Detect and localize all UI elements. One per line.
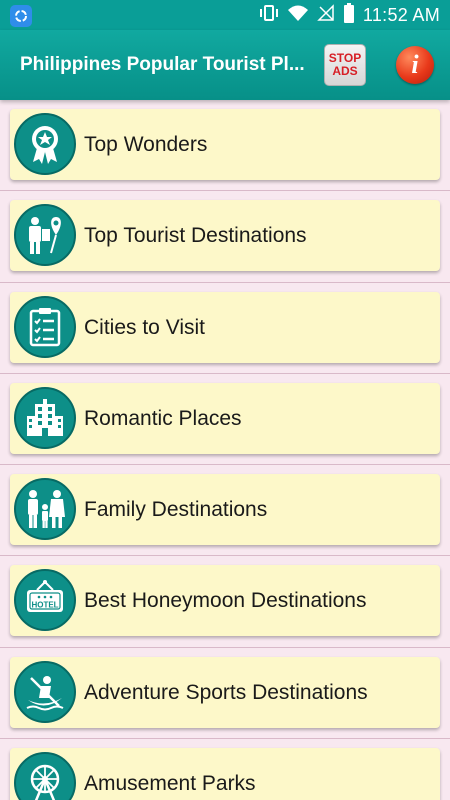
menu-item-label: Romantic Places [84, 406, 242, 430]
app-bar: Philippines Popular Tourist Pl... STOP A… [0, 30, 450, 100]
list-item: Amusement Parks [0, 739, 450, 800]
app-notification-icon [10, 5, 32, 27]
kayak-icon [14, 660, 76, 723]
menu-item-cities-to-visit[interactable]: Cities to Visit [10, 291, 440, 363]
menu-item-top-tourist-destinations[interactable]: Top Tourist Destinations [10, 200, 440, 272]
checklist-clipboard-icon [14, 295, 76, 358]
stop-ads-button[interactable]: STOP ADS [324, 44, 366, 86]
menu-item-label: Top Wonders [84, 133, 208, 156]
list-item: HOTEL Best Honeymoon Destinations [0, 556, 450, 648]
menu-item-top-wonders[interactable]: Top Wonders [10, 109, 440, 180]
info-button[interactable]: i [396, 46, 434, 84]
status-bar: 11:52 AM [0, 0, 450, 30]
menu-list: Top Wonders Top Tourist Destinations Cit… [0, 100, 450, 800]
menu-item-family-destinations[interactable]: Family Destinations [10, 474, 440, 546]
menu-item-label: Amusement Parks [84, 772, 256, 796]
vibrate-icon [259, 4, 279, 27]
list-item: Cities to Visit [0, 283, 450, 374]
family-icon [14, 478, 76, 541]
list-item: Family Destinations [0, 465, 450, 557]
menu-item-adventure-sports-destinations[interactable]: Adventure Sports Destinations [10, 656, 440, 728]
no-signal-icon [317, 3, 335, 27]
battery-icon [343, 2, 355, 28]
list-item: Top Tourist Destinations [0, 191, 450, 283]
ferris-wheel-icon [14, 752, 76, 800]
svg-text:HOTEL: HOTEL [31, 601, 58, 610]
wifi-icon [287, 4, 309, 27]
menu-item-label: Adventure Sports Destinations [84, 680, 368, 704]
hotel-sign-icon: HOTEL [14, 569, 76, 632]
stop-ads-label-line2: ADS [332, 64, 358, 78]
list-item: Top Wonders [0, 100, 450, 192]
menu-item-label: Cities to Visit [84, 315, 205, 339]
menu-item-label: Best Honeymoon Destinations [84, 589, 367, 613]
menu-item-romantic-places[interactable]: Romantic Places [10, 382, 440, 454]
menu-item-label: Family Destinations [84, 498, 268, 522]
info-icon: i [411, 50, 419, 79]
status-clock: 11:52 AM [362, 4, 440, 25]
tourist-location-icon [14, 204, 76, 267]
list-item: Romantic Places [0, 374, 450, 466]
list-item: Adventure Sports Destinations [0, 648, 450, 740]
app-title: Philippines Popular Tourist Pl... [20, 54, 305, 75]
menu-item-amusement-parks[interactable]: Amusement Parks [10, 748, 440, 800]
award-badge-icon [14, 113, 76, 175]
menu-item-best-honeymoon-destinations[interactable]: HOTEL Best Honeymoon Destinations [10, 565, 440, 637]
menu-item-label: Top Tourist Destinations [84, 224, 307, 248]
building-icon [14, 386, 76, 449]
